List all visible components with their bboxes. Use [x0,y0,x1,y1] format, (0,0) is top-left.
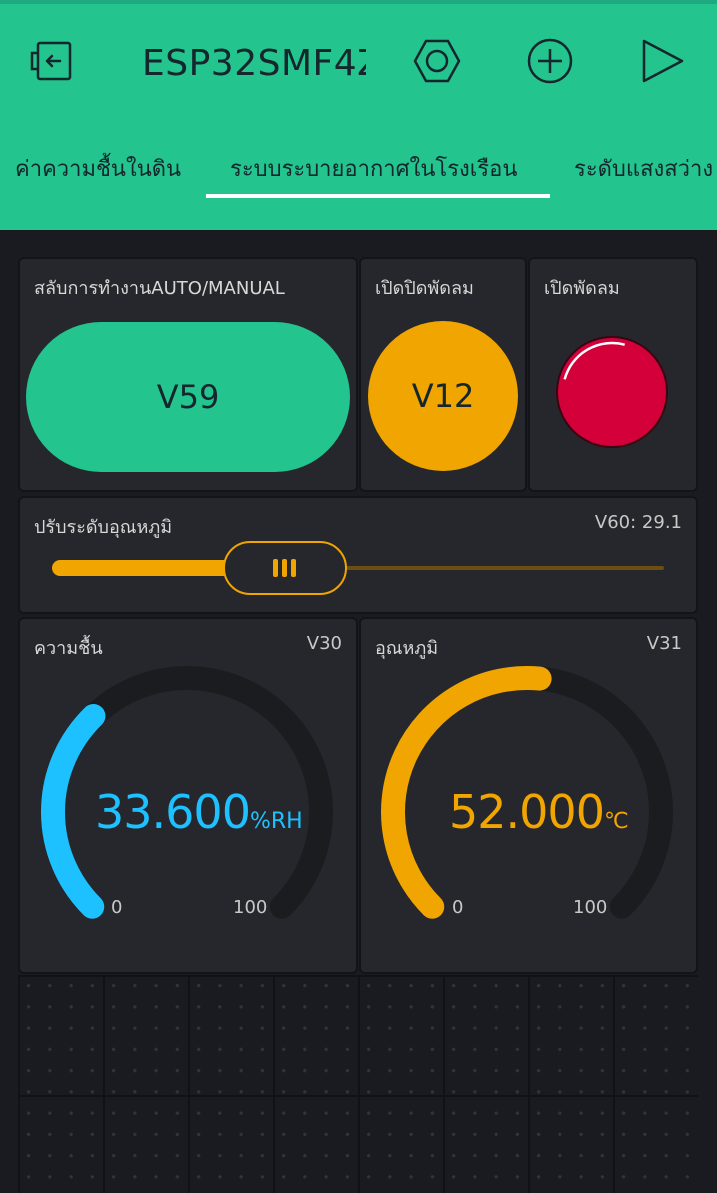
tab-soil-moisture[interactable]: ค่าความชื้นในดิน [15,154,181,186]
fan-toggle-label: เปิดปิดพัดลม [375,278,474,299]
temperature-slider-card: ปรับระดับอุณหภูมิ V60: 29.1 [20,498,696,612]
humidity-max: 100 [233,897,268,918]
fan-toggle-button[interactable]: V12 [368,321,518,471]
fan-led-card: เปิดพัดลม [530,259,696,490]
humidity-unit: %RH [249,809,303,834]
gauge-fill [41,704,106,919]
led-indicator-icon [556,336,668,448]
add-widget-icon[interactable] [525,36,575,86]
grip-line [282,559,288,577]
grip-line [291,559,297,577]
humidity-value-display: 33.600%RH [95,785,303,839]
mode-switch-button[interactable]: V59 [26,322,350,472]
slider-label: ปรับระดับอุณหภูมิ [34,517,173,538]
temperature-min: 0 [452,897,464,918]
temperature-value-display: 52.000℃ [449,785,629,839]
active-tab-indicator [206,194,550,198]
grip-line [273,559,279,577]
app-header: ESP32SMF4Z0 ค่าความชื้นในดิน ระบบระบายอา… [0,4,717,230]
mode-switch-card: สลับการทำงานAUTO/MANUAL V59 [20,259,356,490]
temperature-value: 52.000 [449,785,605,839]
fan-led-label: เปิดพัดลม [544,278,620,299]
slider-handle[interactable] [222,541,347,595]
exit-icon[interactable] [29,36,79,86]
temperature-unit: ℃ [603,809,629,834]
humidity-min: 0 [111,897,123,918]
tab-light-level[interactable]: ระดับแสงสว่าง [574,154,713,186]
humidity-value: 33.600 [95,785,251,839]
temperature-gauge-card: อุณหภูมิ V31 52.000℃ 0 100 [361,619,696,972]
tab-ventilation[interactable]: ระบบระบายอากาศในโรงเรือน [230,154,517,186]
empty-grid-area [18,975,698,1193]
slider-pin-value: V60: 29.1 [594,512,682,533]
temperature-max: 100 [573,897,608,918]
mode-switch-label: สลับการทำงานAUTO/MANUAL [34,278,285,299]
humidity-gauge-card: ความชื้น V30 33.600%RH 0 100 [20,619,356,972]
project-title: ESP32SMF4Z0 [142,43,366,84]
hexagon-settings-icon[interactable] [412,36,462,86]
fan-toggle-card: เปิดปิดพัดลม V12 [361,259,525,490]
play-icon[interactable] [637,36,687,86]
